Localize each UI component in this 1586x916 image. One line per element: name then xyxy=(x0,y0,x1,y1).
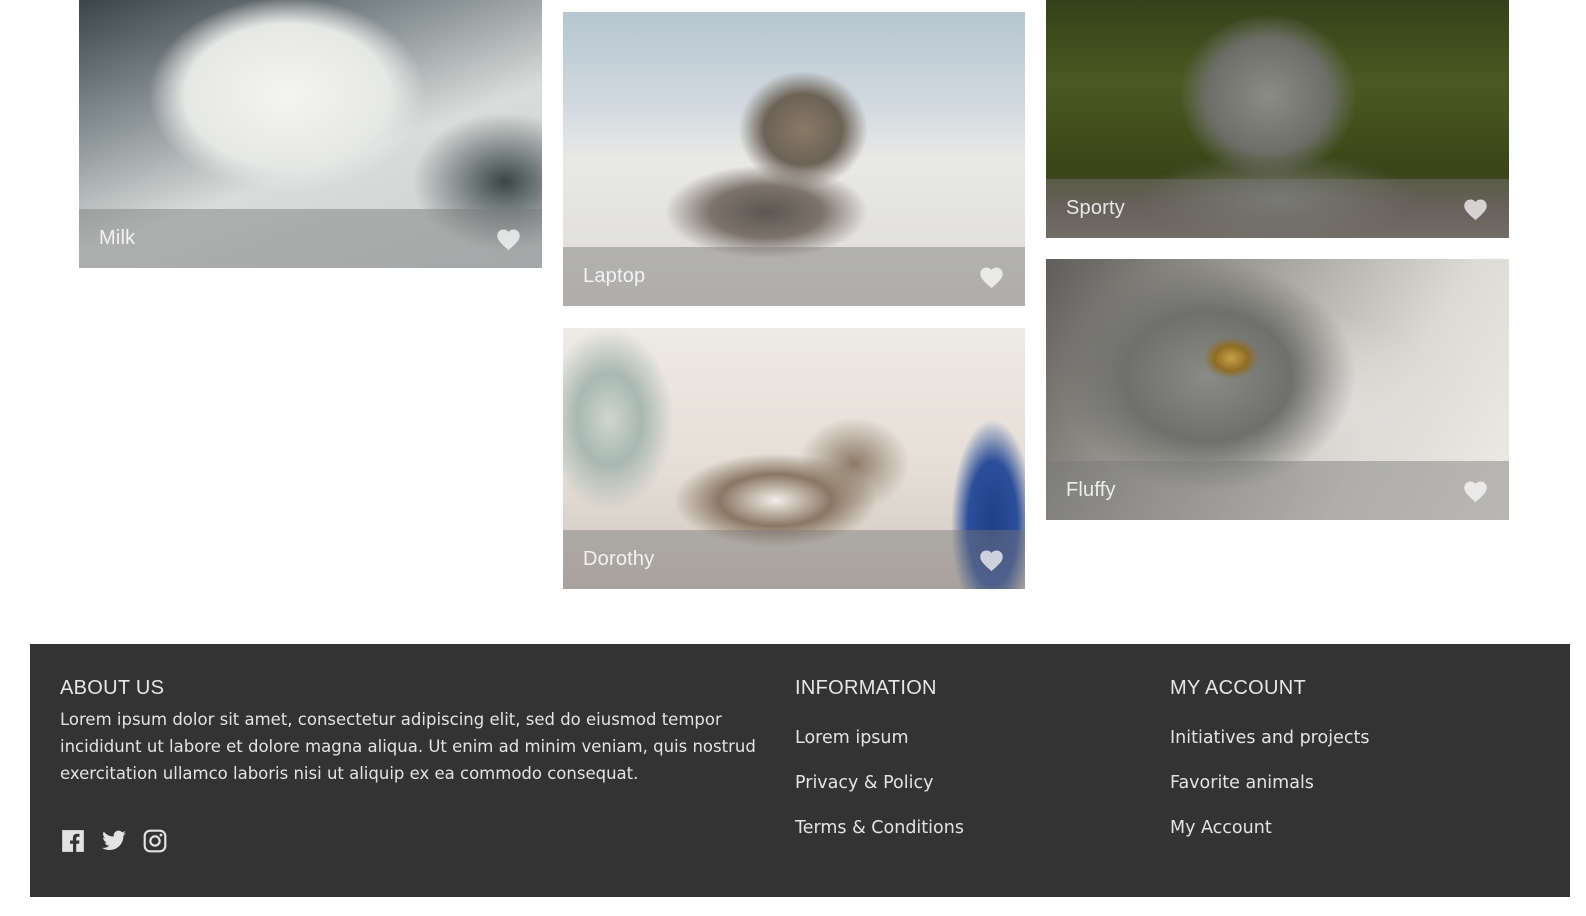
cat-name: Milk xyxy=(99,227,136,249)
footer-link-lorem-ipsum[interactable]: Lorem ipsum xyxy=(795,728,909,748)
heart-icon[interactable] xyxy=(1462,196,1489,221)
social-links xyxy=(60,828,168,854)
information-heading: INFORMATION xyxy=(795,677,937,699)
about-heading: ABOUT US xyxy=(60,677,165,699)
cat-name: Fluffy xyxy=(1066,479,1116,501)
cat-name: Dorothy xyxy=(583,548,655,570)
footer-link-my-account[interactable]: My Account xyxy=(1170,818,1272,838)
cat-card-fluffy[interactable]: Fluffy xyxy=(1046,259,1509,520)
footer-link-privacy-policy[interactable]: Privacy & Policy xyxy=(795,773,933,793)
facebook-icon[interactable] xyxy=(60,828,86,854)
cat-card-milk[interactable]: Milk xyxy=(79,0,542,268)
card-caption: Fluffy xyxy=(1046,461,1509,520)
card-caption: Sporty xyxy=(1046,179,1509,238)
heart-icon[interactable] xyxy=(978,547,1005,572)
heart-icon[interactable] xyxy=(1462,478,1489,503)
footer-link-terms-conditions[interactable]: Terms & Conditions xyxy=(795,818,964,838)
cat-name: Sporty xyxy=(1066,197,1126,219)
twitter-icon[interactable] xyxy=(101,828,127,854)
footer-link-initiatives[interactable]: Initiatives and projects xyxy=(1170,728,1369,748)
account-heading: MY ACCOUNT xyxy=(1170,677,1306,699)
heart-icon[interactable] xyxy=(495,226,522,251)
site-footer: ABOUT US Lorem ipsum dolor sit amet, con… xyxy=(30,644,1570,897)
cat-card-laptop[interactable]: Laptop xyxy=(563,12,1025,306)
cat-name: Laptop xyxy=(583,265,646,287)
cat-card-dorothy[interactable]: Dorothy xyxy=(563,328,1025,589)
instagram-icon[interactable] xyxy=(142,828,168,854)
heart-icon[interactable] xyxy=(978,264,1005,289)
card-caption: Dorothy xyxy=(563,530,1025,589)
about-text: Lorem ipsum dolor sit amet, consectetur … xyxy=(60,710,756,783)
cat-card-sporty[interactable]: Sporty xyxy=(1046,0,1509,238)
card-caption: Milk xyxy=(79,209,542,268)
card-caption: Laptop xyxy=(563,247,1025,306)
footer-link-favorite-animals[interactable]: Favorite animals xyxy=(1170,773,1314,793)
